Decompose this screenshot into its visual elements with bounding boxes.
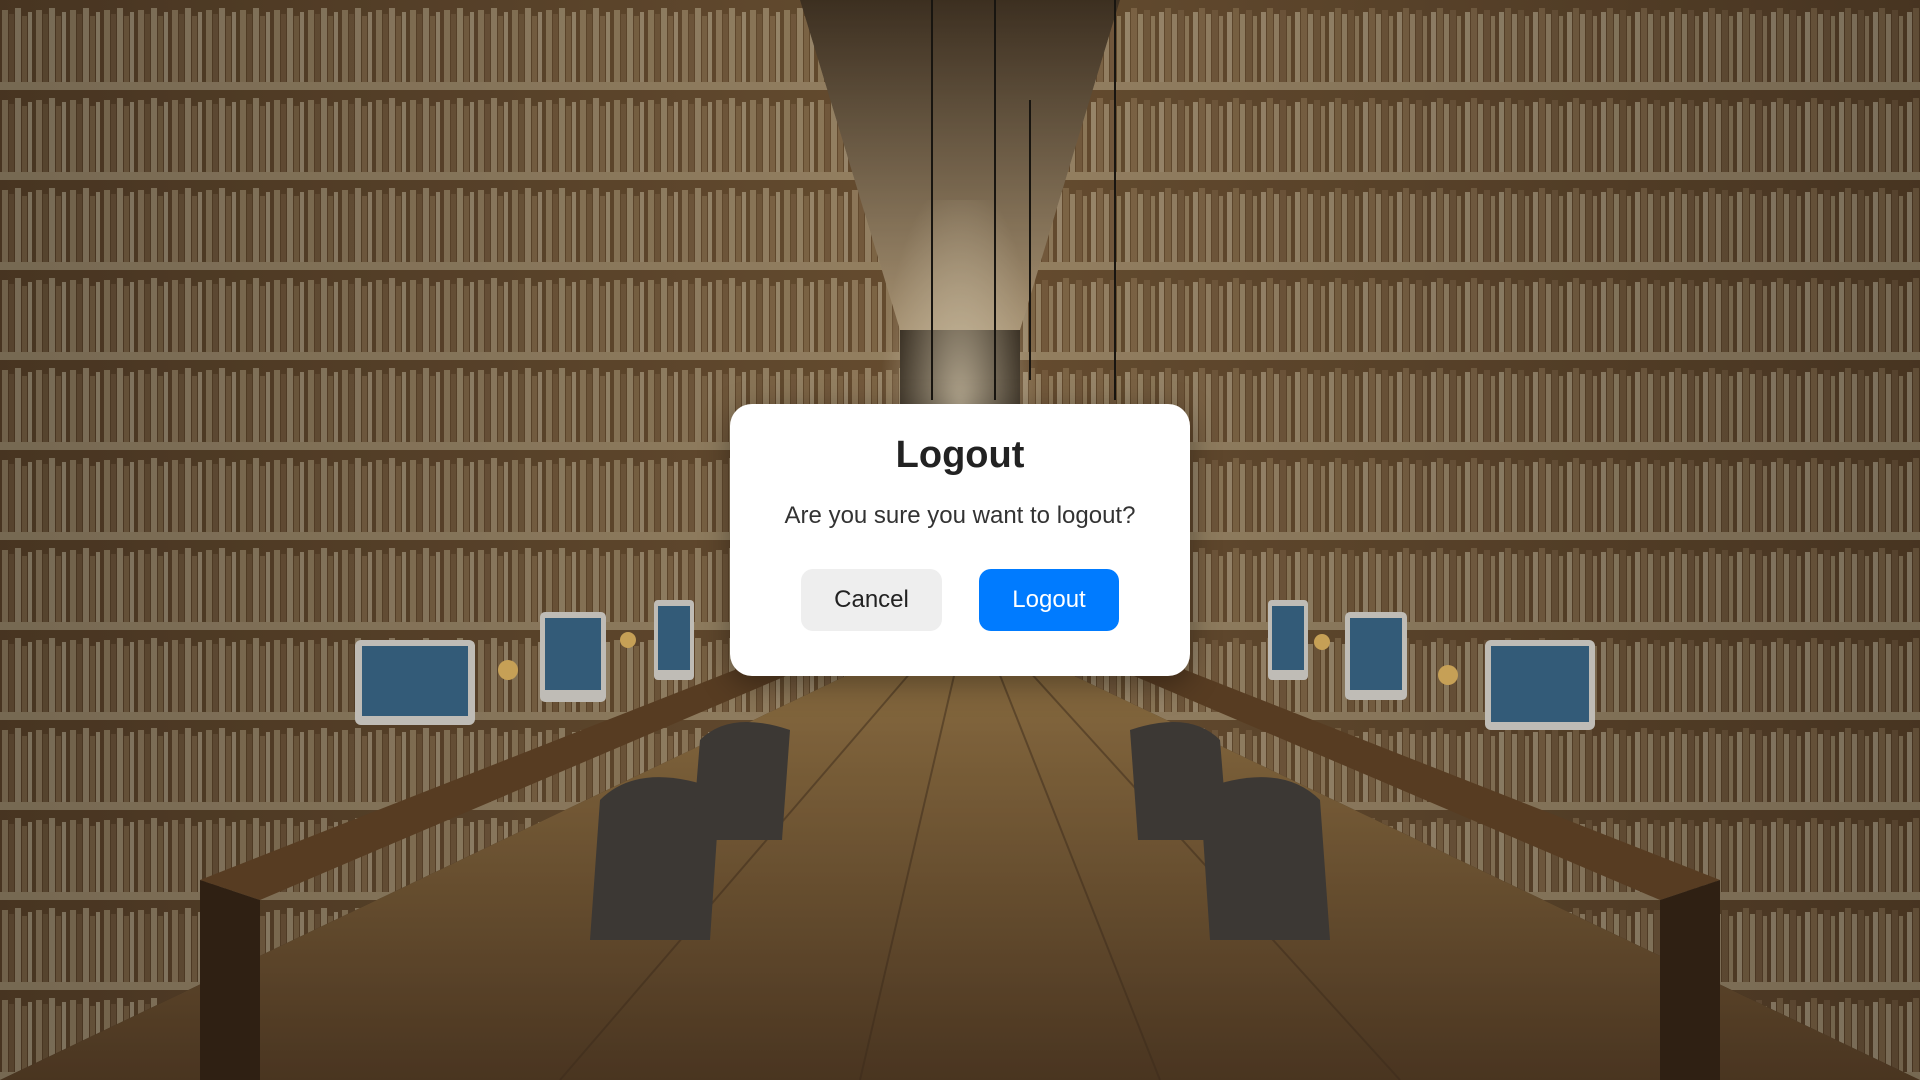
logout-dialog: Logout Are you sure you want to logout? …	[730, 404, 1190, 676]
cancel-button[interactable]: Cancel	[801, 569, 942, 631]
dialog-message: Are you sure you want to logout?	[784, 502, 1136, 529]
logout-button[interactable]: Logout	[979, 569, 1119, 631]
dialog-title: Logout	[895, 434, 1025, 476]
